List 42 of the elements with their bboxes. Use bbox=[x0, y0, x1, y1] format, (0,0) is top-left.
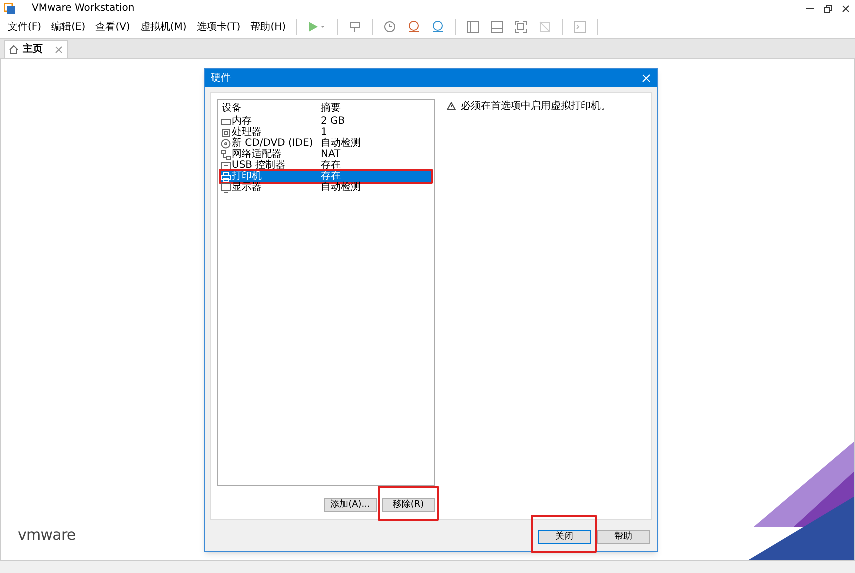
device-row[interactable]: 显示器 自动检测 bbox=[221, 182, 431, 193]
device-row[interactable]: USB 控制器 存在 bbox=[221, 160, 431, 171]
close-button[interactable] bbox=[841, 4, 851, 14]
warning-icon bbox=[447, 102, 456, 111]
play-icon[interactable] bbox=[307, 20, 328, 34]
menu-item[interactable]: 文件(F) bbox=[8, 20, 42, 34]
column-header: 设备 bbox=[221, 103, 243, 115]
device-row[interactable]: 网络适配器 NAT bbox=[221, 149, 431, 160]
menu-item[interactable]: 查看(V) bbox=[96, 20, 130, 34]
menu-item[interactable]: 编辑(E) bbox=[52, 20, 86, 34]
network-icon bbox=[221, 150, 231, 160]
device-row[interactable]: 打印机 存在 bbox=[221, 171, 431, 182]
device-row[interactable]: 内存 2 GB bbox=[221, 116, 431, 127]
home-icon bbox=[9, 44, 19, 54]
warning-text: 必须在首选项中启用虚拟打印机。 bbox=[461, 102, 611, 112]
disc-icon bbox=[221, 138, 231, 148]
menu-item[interactable]: 帮助(H) bbox=[250, 20, 286, 34]
dialog-title: 硬件 bbox=[211, 72, 231, 86]
restore-button[interactable] bbox=[823, 4, 833, 14]
dialog-button[interactable]: 关闭 bbox=[538, 530, 591, 544]
list-button[interactable]: 移除(R) bbox=[382, 498, 435, 512]
tab-close-button[interactable] bbox=[55, 46, 63, 54]
home-tab[interactable]: 主页 bbox=[4, 40, 68, 58]
console-icon[interactable] bbox=[573, 20, 588, 34]
app-logo-icon bbox=[4, 2, 16, 14]
usb-icon bbox=[221, 160, 231, 170]
menu-item[interactable]: 选项卡(T) bbox=[196, 20, 241, 34]
dialog-button[interactable]: 帮助 bbox=[597, 530, 650, 544]
sidebar-icon[interactable] bbox=[466, 20, 480, 34]
panel-icon[interactable] bbox=[490, 20, 504, 34]
device-row[interactable]: 处理器 1 bbox=[221, 127, 431, 138]
window-title: VMware Workstation bbox=[32, 2, 135, 16]
column-header: 摘要 bbox=[321, 103, 341, 115]
monitor-icon bbox=[221, 182, 231, 192]
vmware-logo: vmware bbox=[18, 524, 76, 546]
printer-icon bbox=[221, 172, 231, 182]
list-button[interactable]: 添加(A)... bbox=[324, 498, 377, 512]
fullscreen-icon[interactable] bbox=[514, 20, 528, 34]
menu-item[interactable]: 虚拟机(M) bbox=[140, 20, 187, 34]
memory-icon bbox=[221, 116, 231, 126]
chip-icon bbox=[221, 128, 231, 138]
device-row[interactable]: 新 CD/DVD (IDE) 自动检测 bbox=[221, 138, 431, 149]
